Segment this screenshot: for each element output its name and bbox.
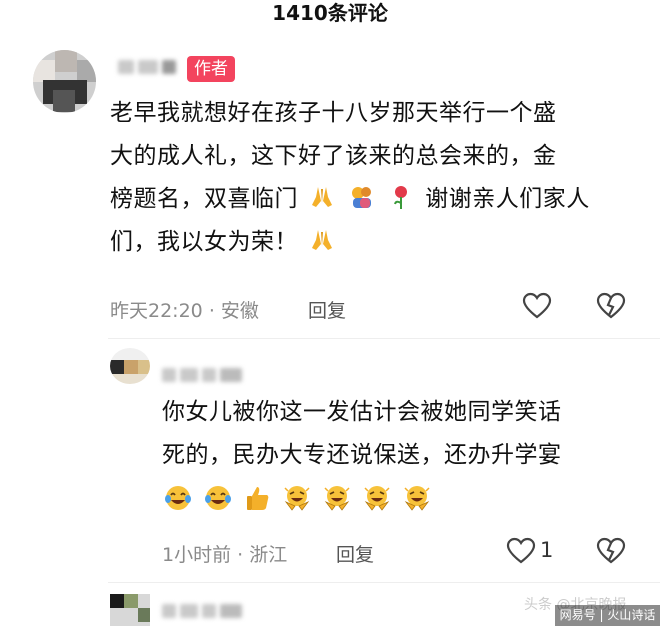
hug-icon xyxy=(351,187,371,208)
avatar[interactable] xyxy=(110,594,150,626)
comment-meta: 1小时前 · 浙江 xyxy=(162,544,288,566)
comment-text: 你女儿被你这一发估计会被她同学笑话 死的，民办大专还说保送，还办升学宴 xyxy=(162,391,632,522)
folded-hands-icon xyxy=(311,187,332,207)
dislike-icon[interactable] xyxy=(596,292,626,320)
comment-time: 昨天22:20 xyxy=(110,300,203,322)
laughing-clapping-icon xyxy=(324,486,350,511)
divider xyxy=(108,338,660,339)
comment-location: 浙江 xyxy=(249,544,288,566)
laughing-clapping-icon xyxy=(364,486,390,511)
thumbs-up-icon xyxy=(246,487,268,510)
reply-button[interactable]: 回复 xyxy=(336,540,374,567)
crying-laughing-icon xyxy=(165,486,191,510)
username-blurred[interactable] xyxy=(162,604,242,618)
reply-button[interactable]: 回复 xyxy=(308,296,346,323)
comments-count-title: 1410条评论 xyxy=(272,1,388,25)
avatar[interactable] xyxy=(33,50,96,113)
emoji-row xyxy=(162,479,632,522)
avatar[interactable] xyxy=(110,348,150,384)
divider xyxy=(108,582,660,583)
comment-meta: 昨天22:20 · 安徽 xyxy=(110,300,259,322)
username-blurred[interactable] xyxy=(162,368,242,382)
comment-location: 安徽 xyxy=(220,300,259,322)
like-count: 1 xyxy=(540,538,554,562)
comment-line: 你女儿被你这一发估计会被她同学笑话 xyxy=(162,399,562,425)
folded-hands-icon xyxy=(311,230,332,250)
crying-laughing-icon xyxy=(204,486,231,510)
comment-time: 1小时前 xyxy=(162,544,232,566)
comment-line: 榜题名，双喜临门 谢谢亲人们家人 xyxy=(110,178,630,221)
rose-icon xyxy=(394,186,408,209)
watermark-text: 网易号 | 火山诗话 xyxy=(555,605,660,626)
comment-line: 死的，民办大专还说保送，还办升学宴 xyxy=(162,442,562,468)
like-icon[interactable] xyxy=(522,292,552,320)
comment-line: 老早我就想好在孩子十八岁那天举行一个盛 xyxy=(110,100,557,126)
username-blurred[interactable] xyxy=(118,60,176,74)
author-badge: 作者 xyxy=(187,56,235,82)
comment-line: 们，我以女为荣！ xyxy=(110,221,630,264)
laughing-clapping-icon xyxy=(284,486,310,511)
comment-text: 老早我就想好在孩子十八岁那天举行一个盛 大的成人礼，这下好了该来的总会来的，金 … xyxy=(110,92,630,264)
comment-line: 大的成人礼，这下好了该来的总会来的，金 xyxy=(110,143,557,169)
laughing-clapping-icon xyxy=(404,486,430,511)
like-icon[interactable] xyxy=(506,537,536,565)
dislike-icon[interactable] xyxy=(596,537,626,565)
